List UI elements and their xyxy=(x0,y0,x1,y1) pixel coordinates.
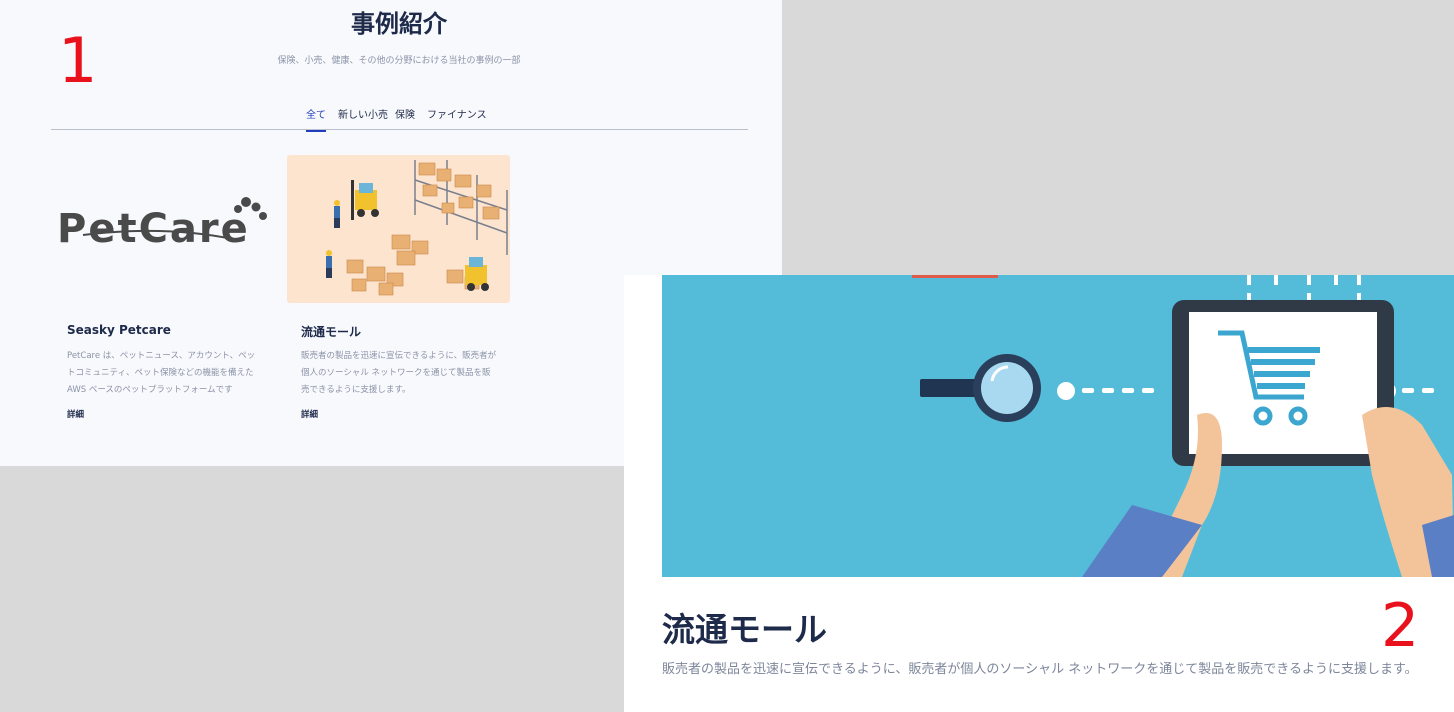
petcare-logo: PetCare xyxy=(53,155,276,303)
warehouse-illustration xyxy=(287,155,510,303)
card-title: 流通モール xyxy=(301,325,362,339)
step-marker-2: 2 xyxy=(1381,591,1420,661)
section-title: 事例紹介 xyxy=(351,10,447,38)
detail-description: 販売者の製品を迅速に宣伝できるように、販売者が個人のソーシャル ネットワークを通… xyxy=(662,662,1418,677)
section-subtitle: 保険、小売、健康、その他の分野における当社の事例の一部 xyxy=(277,56,521,66)
tab-new-retail[interactable]: 新しい小売 xyxy=(338,106,388,130)
category-tabs: 全て 新しい小売 保険 ファイナンス xyxy=(51,100,748,132)
tab-all[interactable]: 全て xyxy=(306,106,326,132)
petcare-logo-text: PetCare xyxy=(57,206,250,252)
case-card-petcare[interactable]: PetCare Seasky Petcare PetCare は、ペットニュース… xyxy=(53,155,276,420)
card-description: PetCare は、ペットニュース、アカウント、ペットコミュニティ、ペット保険な… xyxy=(67,351,256,395)
case-card-distribution-mall[interactable]: 流通モール 販売者の製品を迅速に宣伝できるように、販売者が個人のソーシャル ネッ… xyxy=(287,155,510,420)
tab-insurance[interactable]: 保険 xyxy=(395,106,415,130)
card-title: Seasky Petcare xyxy=(67,323,171,337)
detail-title: 流通モール xyxy=(662,610,827,649)
case-detail-panel: 流通モール 販売者の製品を迅速に宣伝できるように、販売者が個人のソーシャル ネッ… xyxy=(624,275,1454,712)
card-description: 販売者の製品を迅速に宣伝できるように、販売者が個人のソーシャル ネットワークを通… xyxy=(301,351,497,395)
forklift-icon xyxy=(351,180,379,220)
details-link[interactable]: 詳細 xyxy=(301,408,318,420)
magnifier-icon xyxy=(920,354,1041,422)
tablet-shopping-cart-illustration xyxy=(662,275,1454,577)
tab-finance[interactable]: ファイナンス xyxy=(427,106,487,130)
details-link[interactable]: 詳細 xyxy=(67,408,84,420)
